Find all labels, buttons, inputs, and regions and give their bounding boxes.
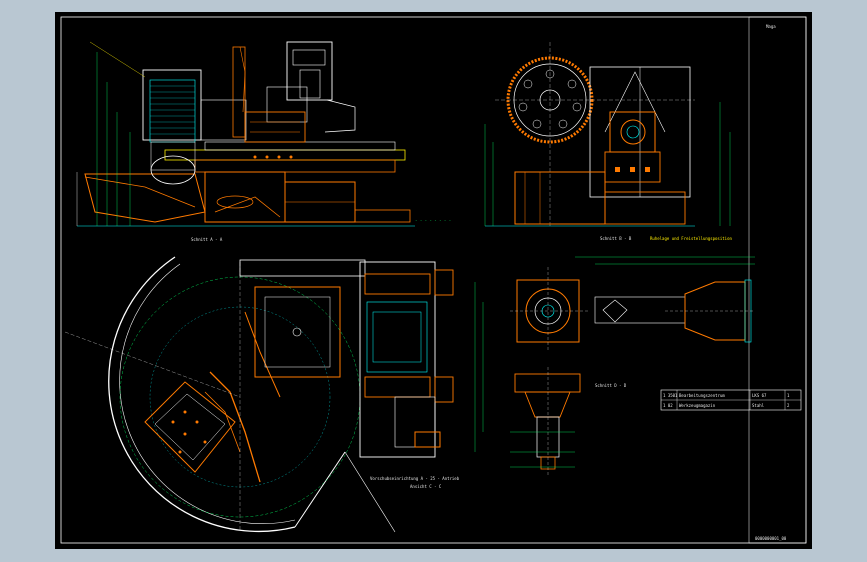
detail-views: Schnitt D - D [510,256,755,477]
title-row-1-a: 1 3501 [663,393,678,398]
section-c-label: Ansicht C - C [410,484,442,489]
note-right-top: Ruhelage und Freistellungsposition [650,236,732,241]
sheet-border [60,16,807,544]
title-mark: Maga [766,24,776,29]
title-strip [748,16,807,544]
title-row-2-b: Werkzeugmagazin [679,403,716,408]
section-b-label: Schnitt B - B [600,236,632,241]
section-a-label: Schnitt A - A [191,237,223,242]
title-row-1-c: LKS 67 [752,393,767,398]
title-row-1-d: 1 [787,393,790,398]
svg-text:- - - - - - - -: - - - - - - - - [415,218,451,223]
side-view-machine: Schnitt A - A - - - - - - - - [76,41,451,242]
title-row-2-c: Stahl [752,403,765,408]
cad-drawing: Maga Schnitt A - A - - - - - - - - Schni… [60,16,807,544]
footer-code: 0000000001_00 [755,536,787,541]
drawing-sheet: Maga Schnitt A - A - - - - - - - - Schni… [55,12,812,549]
note-center: Vorschubseinrichtung A - 25 - Antrieb [370,476,460,481]
plan-view-magazine: Vorschubseinrichtung A - 25 - Antrieb An… [64,256,484,533]
front-view-magazine: Schnitt B - B Ruhelage und Freistellungs… [484,42,732,241]
section-d-label: Schnitt D - D [595,383,627,388]
title-block: 1 3501 Bearbeitungszentrum LKS 67 1 1 02… [660,389,802,541]
title-row-2-a: 1 02 [663,403,673,408]
title-row-2-d: 2 [787,403,790,408]
title-row-1-b: Bearbeitungszentrum [679,393,725,398]
